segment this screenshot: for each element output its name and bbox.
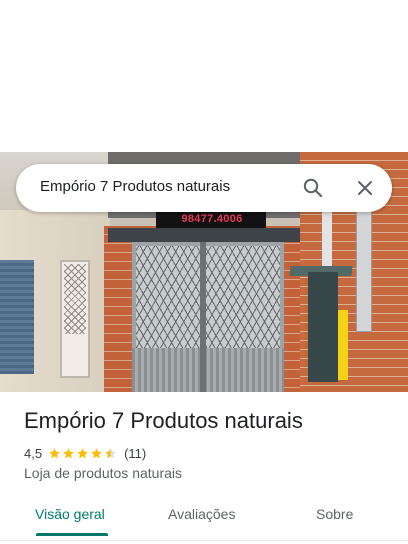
star-icon (105, 447, 116, 458)
review-count[interactable]: (11) (124, 446, 146, 461)
search-icon[interactable] (301, 176, 325, 200)
blank-header-area (0, 0, 408, 152)
star-icon (91, 447, 102, 458)
place-tabs: Visão geral Avaliações Sobre (0, 496, 408, 536)
star-icon (63, 447, 74, 458)
rating-value: 4,5 (24, 445, 43, 461)
close-icon[interactable] (353, 176, 377, 200)
tabs-divider (0, 540, 408, 541)
search-input[interactable]: Empório 7 Produtos naturais (40, 178, 230, 195)
storefront-sign-phone: 98477.4006 (181, 213, 243, 225)
place-title: Empório 7 Produtos naturais (24, 408, 303, 433)
rating-row[interactable]: 4,5 (11) (24, 444, 146, 462)
star-icon (77, 447, 88, 458)
tab-overview[interactable]: Visão geral (35, 506, 105, 522)
rating-stars (48, 447, 118, 460)
star-icon (49, 447, 60, 458)
tab-about[interactable]: Sobre (316, 506, 353, 522)
place-category[interactable]: Loja de produtos naturais (24, 465, 182, 481)
active-tab-indicator (36, 533, 108, 536)
tab-reviews[interactable]: Avaliações (168, 506, 235, 522)
search-bar[interactable]: Empório 7 Produtos naturais (16, 164, 392, 212)
